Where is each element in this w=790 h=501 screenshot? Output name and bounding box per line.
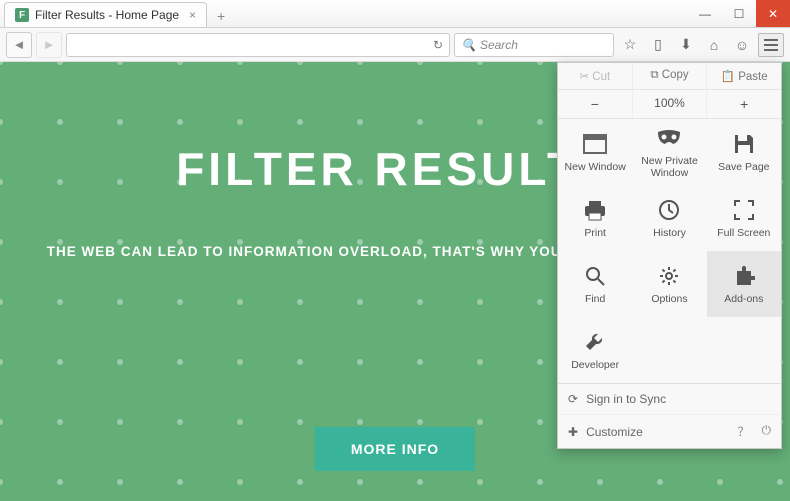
address-bar[interactable]: ↻ — [66, 33, 450, 57]
paste-button[interactable]: 📋 Paste — [706, 63, 781, 89]
print-item[interactable]: Print — [558, 185, 632, 251]
window-titlebar: F Filter Results - Home Page × + — ☐ ✕ — [0, 0, 790, 28]
options-item[interactable]: Options — [632, 251, 706, 317]
gear-icon — [656, 263, 682, 289]
find-icon — [582, 263, 608, 289]
zoom-in-button[interactable]: + — [706, 90, 781, 118]
puzzle-icon — [731, 263, 757, 289]
browser-toolbar: ◄ ► ↻ 🔍 Search ☆ ▯ ⬇ ⌂ ☺ — [0, 28, 790, 62]
save-icon — [731, 131, 757, 157]
history-icon — [656, 197, 682, 223]
fullscreen-icon — [731, 197, 757, 223]
history-item[interactable]: History — [632, 185, 706, 251]
maximize-button[interactable]: ☐ — [722, 0, 756, 27]
tab-close-icon[interactable]: × — [189, 8, 196, 22]
bookmark-star-icon[interactable]: ☆ — [618, 33, 642, 57]
add-ons-item[interactable]: Add-ons — [707, 251, 781, 317]
new-tab-button[interactable]: + — [211, 4, 231, 27]
home-icon[interactable]: ⌂ — [702, 33, 726, 57]
new-window-item[interactable]: New Window — [558, 119, 632, 185]
favicon-icon: F — [15, 8, 29, 22]
zoom-level[interactable]: 100% — [632, 90, 707, 118]
help-icon[interactable]: ？ — [737, 423, 749, 440]
search-placeholder: Search — [480, 38, 518, 52]
menu-button[interactable] — [758, 33, 784, 57]
mask-icon — [656, 125, 682, 151]
wrench-icon — [582, 329, 608, 355]
forward-button[interactable]: ► — [36, 32, 62, 58]
sync-icon: ⟳ — [568, 392, 578, 406]
search-bar[interactable]: 🔍 Search — [454, 33, 614, 57]
copy-button[interactable]: ⧉ Copy — [632, 63, 707, 89]
back-button[interactable]: ◄ — [6, 32, 32, 58]
reading-list-icon[interactable]: ▯ — [646, 33, 670, 57]
chat-icon[interactable]: ☺ — [730, 33, 754, 57]
browser-tab[interactable]: F Filter Results - Home Page × — [4, 2, 207, 27]
minimize-button[interactable]: — — [688, 0, 722, 27]
menu-grid: New Window New Private Window Save Page … — [558, 119, 781, 383]
zoom-row: − 100% + — [558, 90, 781, 119]
print-icon — [582, 197, 608, 223]
window-controls: — ☐ ✕ — [688, 0, 790, 27]
app-menu-panel: ✂ Cut ⧉ Copy 📋 Paste − 100% + New Window… — [557, 62, 782, 449]
reload-icon[interactable]: ↻ — [433, 38, 443, 52]
save-page-item[interactable]: Save Page — [707, 119, 781, 185]
full-screen-item[interactable]: Full Screen — [707, 185, 781, 251]
customize-button[interactable]: ✚ Customize — [568, 425, 643, 439]
zoom-out-button[interactable]: − — [558, 90, 632, 118]
plus-icon: ✚ — [568, 425, 578, 439]
window-close-button[interactable]: ✕ — [756, 0, 790, 27]
new-private-window-item[interactable]: New Private Window — [632, 119, 706, 185]
find-item[interactable]: Find — [558, 251, 632, 317]
power-icon[interactable]: ⏻ — [762, 423, 772, 440]
tab-title: Filter Results - Home Page — [35, 8, 179, 22]
sign-in-sync[interactable]: ⟳ Sign in to Sync — [558, 384, 781, 414]
window-icon — [582, 131, 608, 157]
search-icon: 🔍 — [461, 38, 476, 52]
cta-button[interactable]: MORE INFO — [315, 427, 475, 471]
cut-button[interactable]: ✂ Cut — [558, 63, 632, 89]
menu-footer: ⟳ Sign in to Sync ✚ Customize ？ ⏻ — [558, 383, 781, 448]
developer-item[interactable]: Developer — [558, 317, 632, 383]
edit-row: ✂ Cut ⧉ Copy 📋 Paste — [558, 63, 781, 90]
downloads-icon[interactable]: ⬇ — [674, 33, 698, 57]
